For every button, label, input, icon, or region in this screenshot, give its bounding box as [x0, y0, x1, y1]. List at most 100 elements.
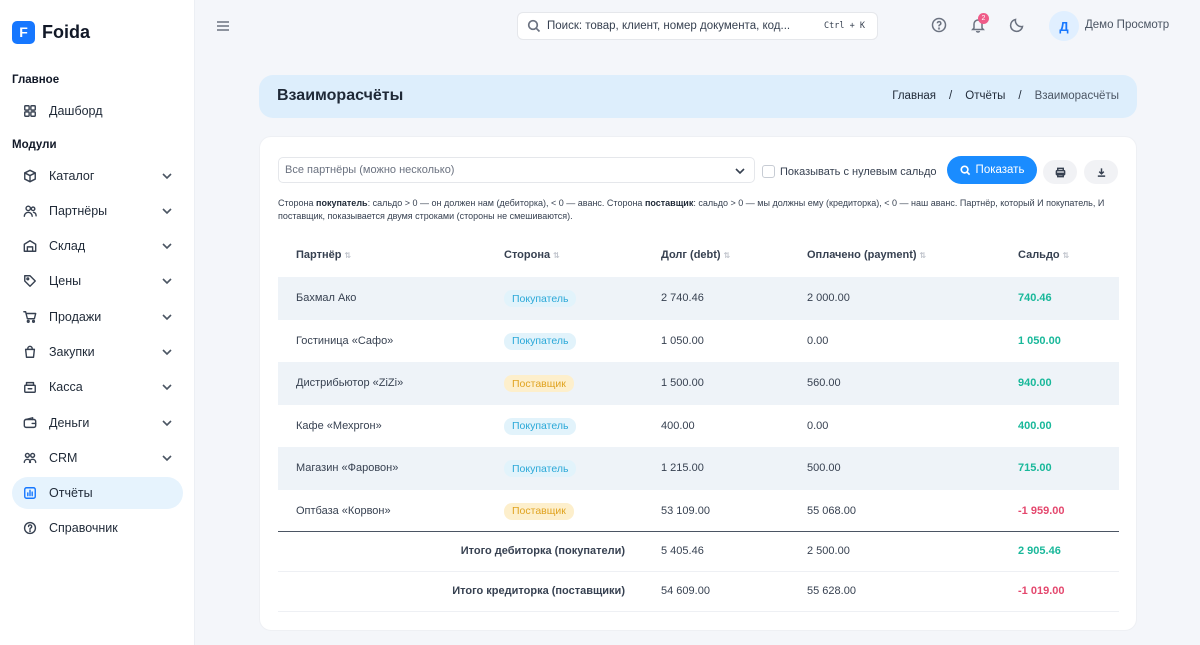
note-text: : сальдо > 0 — он должен нам (дебиторка)…	[367, 198, 645, 208]
side-badge: Покупатель	[504, 417, 577, 435]
totals-balance: -1 019.00	[1018, 585, 1065, 597]
print-button[interactable]	[1043, 160, 1077, 184]
column-header-balance[interactable]: Сальдо ⇅	[1018, 249, 1069, 261]
breadcrumb-reports[interactable]: Отчёты	[965, 90, 1005, 102]
sidebar: F Foida Главное Дашборд Модули Каталог П…	[0, 0, 195, 645]
table-row[interactable]: Бахмал Ако Покупатель 2 740.46 2 000.00 740.…	[278, 277, 1119, 320]
debt-value: 53 109.00	[661, 504, 710, 517]
table-row[interactable]: Дистрибьютор «ZiZi» Поставщик 1 500.00 560.…	[278, 362, 1119, 405]
balance-value: 940.00	[1018, 377, 1052, 389]
user-name[interactable]: Демо Просмотр	[1085, 19, 1169, 31]
cashbox-icon	[22, 379, 38, 395]
help-icon	[22, 520, 38, 536]
notification-badge: 2	[978, 13, 989, 24]
sidebar-item-cashbox[interactable]: Касса	[12, 371, 183, 403]
debt-value: 1 500.00	[661, 377, 704, 389]
totals-debt: 5 405.46	[661, 545, 704, 557]
moon-icon[interactable]	[1009, 17, 1027, 35]
balance-value: 740.46	[1018, 292, 1052, 304]
breadcrumb-separator: /	[1018, 90, 1022, 102]
printer-icon	[1055, 167, 1065, 177]
chevron-down-icon	[161, 239, 175, 253]
debt-value: 2 740.46	[661, 292, 704, 304]
global-search-input[interactable]: Поиск: товар, клиент, номер документа, к…	[517, 12, 878, 40]
help-circle-icon[interactable]	[931, 17, 949, 35]
partner-name: Гостиница «Сафо»	[296, 334, 394, 347]
side-badge: Поставщик	[504, 375, 574, 392]
crm-icon	[22, 450, 38, 466]
side-badge: Покупатель	[504, 290, 577, 307]
column-header-label: Долг (debt)	[661, 249, 721, 261]
balance-value: 400.00	[1018, 419, 1052, 432]
sidebar-item-label: Справочник	[49, 521, 118, 535]
table-row[interactable]: Кафе «Мехргон» Покупатель 400.00 0.00 400.00	[278, 405, 1119, 448]
sidebar-item-crm[interactable]: CRM	[12, 442, 183, 474]
sidebar-item-prices[interactable]: Цены	[12, 265, 183, 297]
sidebar-item-sales[interactable]: Продажи	[12, 301, 183, 333]
sidebar-item-purchases[interactable]: Закупки	[12, 336, 183, 368]
chevron-down-icon	[161, 204, 175, 218]
column-header-partner[interactable]: Партнёр ⇅	[296, 249, 351, 261]
breadcrumb-current: Взаиморасчёты	[1034, 90, 1119, 102]
report-card: Все партнёры (можно несколько) Показыват…	[259, 136, 1137, 631]
payment-value: 0.00	[807, 334, 829, 347]
menu-toggle-icon[interactable]	[215, 18, 231, 34]
sidebar-item-label: Продажи	[49, 310, 102, 324]
legend-note: Сторона покупатель: сальдо > 0 — он долж…	[278, 197, 1118, 223]
show-button-label: Показать	[975, 164, 1025, 176]
breadcrumb-home[interactable]: Главная	[892, 90, 936, 102]
zero-balance-label[interactable]: Показывать с нулевым сальдо	[780, 166, 937, 178]
app-logo[interactable]: F Foida	[12, 20, 90, 44]
page-header: Взаиморасчёты Главная / Отчёты / Взаимор…	[259, 75, 1137, 118]
show-button[interactable]: Показать	[947, 156, 1037, 184]
column-header-payment[interactable]: Оплачено (payment) ⇅	[807, 249, 926, 261]
sidebar-item-reports[interactable]: Отчёты	[12, 477, 183, 509]
section-label-main: Главное	[12, 74, 60, 86]
sidebar-item-label: Деньги	[49, 416, 90, 430]
sidebar-item-dashboard[interactable]: Дашборд	[12, 95, 183, 127]
cart-icon	[22, 309, 38, 325]
zero-balance-checkbox[interactable]	[762, 165, 775, 178]
balance-value: -1 959.00	[1018, 504, 1065, 517]
sidebar-item-money[interactable]: Деньги	[12, 407, 183, 439]
sort-icon: ⇅	[919, 250, 927, 260]
side-badge: Покупатель	[504, 460, 577, 477]
totals-debt: 54 609.00	[661, 585, 710, 597]
table-row[interactable]: Гостиница «Сафо» Покупатель 1 050.00 0.00 1 …	[278, 320, 1119, 363]
side-badge: Поставщик	[504, 502, 574, 520]
totals-row: Итого дебиторка (покупатели) 5 405.46 2 50…	[278, 532, 1119, 572]
column-header-label: Сальдо	[1018, 249, 1060, 261]
sidebar-item-reference[interactable]: Справочник	[12, 512, 183, 544]
download-button[interactable]	[1084, 160, 1118, 184]
table-header: Партнёр ⇅ Сторона ⇅ Долг (debt) ⇅ Оплачено …	[278, 235, 1119, 277]
avatar[interactable]: Д	[1049, 11, 1079, 41]
sidebar-item-catalog[interactable]: Каталог	[12, 160, 183, 192]
table-row[interactable]: Магазин «Фаровон» Покупатель 1 215.00 500.0…	[278, 447, 1119, 490]
sort-icon: ⇅	[344, 250, 352, 260]
sort-icon: ⇅	[1062, 250, 1070, 260]
chevron-down-icon	[161, 274, 175, 288]
note-buyer: покупатель	[316, 198, 368, 208]
chevron-down-icon	[161, 380, 175, 394]
totals-balance: 2 905.46	[1018, 545, 1061, 557]
column-header-side[interactable]: Сторона ⇅	[504, 249, 560, 261]
partner-name: Бахмал Ако	[296, 292, 357, 304]
sidebar-item-warehouse[interactable]: Склад	[12, 230, 183, 262]
partner-name: Дистрибьютор «ZiZi»	[296, 377, 404, 389]
table-row[interactable]: Оптбаза «Корвон» Поставщик 53 109.00 55 068…	[278, 490, 1119, 533]
chevron-down-icon	[161, 345, 175, 359]
section-label-modules: Модули	[12, 139, 57, 151]
page-title: Взаиморасчёты	[277, 87, 404, 104]
payment-value: 560.00	[807, 377, 841, 389]
balance-value: 1 050.00	[1018, 334, 1061, 347]
bag-icon	[22, 344, 38, 360]
search-shortcut: Ctrl + K	[824, 21, 865, 31]
totals-label: Итого дебиторка (покупатели)	[460, 545, 625, 557]
breadcrumb: Главная / Отчёты / Взаиморасчёты	[892, 90, 1119, 102]
sidebar-item-partners[interactable]: Партнёры	[12, 195, 183, 227]
chevron-down-icon	[161, 451, 175, 465]
partners-select[interactable]: Все партнёры (можно несколько)	[278, 157, 755, 183]
column-header-debt[interactable]: Долг (debt) ⇅	[661, 249, 730, 261]
column-header-label: Оплачено (payment)	[807, 249, 917, 261]
payment-value: 2 000.00	[807, 292, 850, 304]
